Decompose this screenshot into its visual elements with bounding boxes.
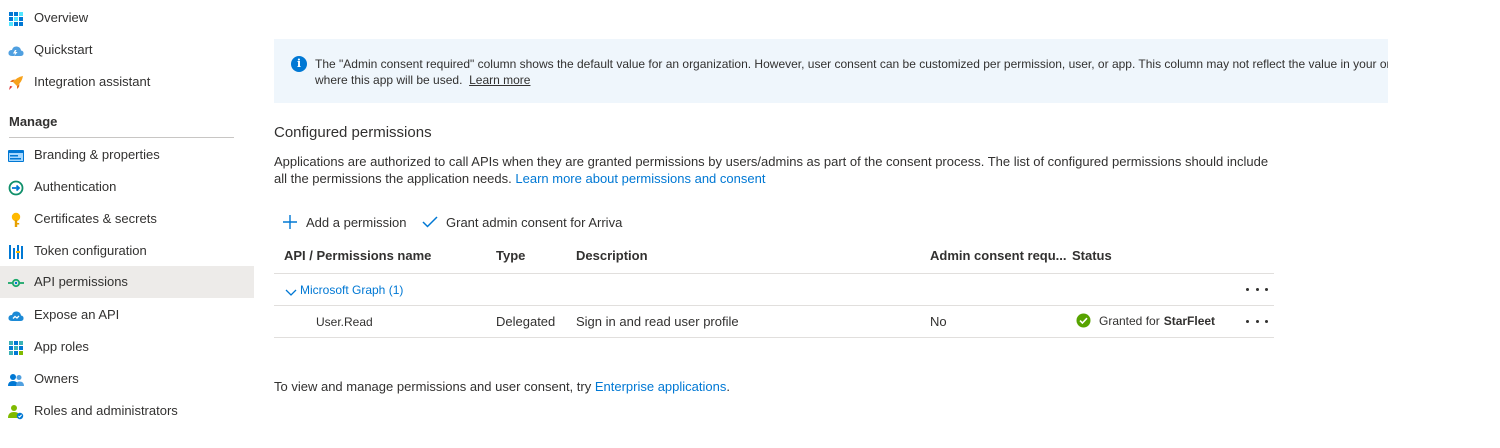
permissions-description: Applications are authorized to call APIs…: [274, 153, 1274, 187]
sidebar-item-quickstart[interactable]: Quickstart: [0, 34, 254, 66]
sidebar-item-label: Quickstart: [34, 42, 93, 57]
permission-name-link[interactable]: User.Read: [316, 315, 373, 329]
sidebar-item-label: Expose an API: [34, 307, 120, 322]
sidebar-item-integration-assistant[interactable]: Integration assistant: [0, 66, 254, 98]
grid-icon: [8, 11, 24, 27]
sidebar-item-owners[interactable]: Owners: [0, 363, 254, 395]
cloud-api-icon: [8, 308, 24, 324]
plus-icon: [282, 214, 298, 230]
row-divider: [274, 337, 1274, 338]
sidebar-item-label: Roles and administrators: [34, 403, 178, 418]
grant-admin-consent-button[interactable]: Grant admin consent for Arriva: [422, 211, 622, 233]
permission-description: Sign in and read user profile: [576, 314, 739, 329]
sidebar-item-label: API permissions: [34, 274, 128, 289]
sidebar-item-expose-api[interactable]: Expose an API: [0, 299, 254, 331]
sidebar-item-app-roles[interactable]: App roles: [0, 331, 254, 363]
sidebar-item-overview[interactable]: Overview: [0, 2, 254, 34]
cloud-lightning-icon: [8, 43, 24, 59]
checkmark-icon: [422, 214, 438, 230]
sidebar-item-label: Authentication: [34, 179, 117, 194]
status-text: Granted for: [1099, 313, 1160, 328]
success-check-icon: [1076, 313, 1091, 328]
sidebar-item-label: Owners: [34, 371, 79, 386]
table-row: User.Read Delegated Sign in and read use…: [274, 306, 1274, 337]
learn-more-link[interactable]: Learn more: [469, 73, 530, 87]
info-icon: i: [291, 56, 307, 72]
sidebar-item-label: Certificates & secrets: [34, 211, 157, 226]
chevron-down-icon[interactable]: [285, 285, 297, 300]
sidebar-item-branding[interactable]: Branding & properties: [0, 139, 254, 171]
add-permission-button[interactable]: Add a permission: [282, 211, 406, 233]
status-cell: Granted for StarFleet: [1076, 313, 1215, 328]
enterprise-applications-link[interactable]: Enterprise applications: [595, 379, 727, 394]
sidebar-item-roles-administrators[interactable]: Roles and administrators: [0, 395, 254, 427]
sidebar-item-certificates[interactable]: Certificates & secrets: [0, 203, 254, 235]
status-tenant: StarFleet: [1163, 313, 1216, 328]
key-icon: [8, 212, 24, 228]
branding-icon: [8, 148, 24, 164]
column-header-type[interactable]: Type: [496, 248, 525, 263]
sidebar-item-api-permissions[interactable]: API permissions: [0, 266, 254, 298]
authentication-icon: [8, 180, 24, 196]
admin-consent-value: No: [930, 314, 947, 329]
rocket-icon: [8, 75, 24, 91]
column-header-description[interactable]: Description: [576, 248, 648, 263]
user-admin-icon: [8, 404, 24, 420]
section-divider: [9, 137, 234, 138]
grant-admin-consent-label: Grant admin consent for Arriva: [446, 214, 623, 230]
footer-note: To view and manage permissions and user …: [274, 379, 730, 394]
token-bars-icon: [8, 244, 24, 260]
info-banner: i The "Admin consent required" column sh…: [274, 39, 1388, 103]
api-permissions-icon: [8, 275, 24, 291]
sidebar-item-token-configuration[interactable]: Token configuration: [0, 235, 254, 267]
description-text: Applications are authorized to call APIs…: [274, 154, 1269, 186]
footer-suffix: .: [726, 379, 730, 394]
footer-text: To view and manage permissions and user …: [274, 379, 592, 394]
add-permission-label: Add a permission: [306, 214, 407, 230]
section-header-manage: Manage: [9, 114, 58, 129]
column-header-admin-consent[interactable]: Admin consent requ...: [930, 248, 1067, 263]
permission-type: Delegated: [496, 314, 556, 329]
users-icon: [8, 372, 24, 388]
row-more-options-icon[interactable]: [1246, 313, 1268, 329]
group-name-link[interactable]: Microsoft Graph (1): [300, 283, 403, 297]
page-title: Configured permissions: [274, 124, 432, 141]
column-header-api-name[interactable]: API / Permissions name: [284, 248, 431, 263]
permissions-consent-link[interactable]: Learn more about permissions and consent: [515, 171, 765, 186]
app-roles-grid-icon: [8, 340, 24, 356]
sidebar-item-label: App roles: [34, 339, 89, 354]
sidebar-item-authentication[interactable]: Authentication: [0, 171, 254, 203]
sidebar-item-label: Overview: [34, 10, 89, 25]
column-header-status[interactable]: Status: [1072, 248, 1112, 263]
sidebar-item-label: Branding & properties: [34, 147, 160, 162]
group-more-options-icon[interactable]: [1246, 281, 1268, 297]
sidebar-item-label: Token configuration: [34, 243, 147, 258]
info-banner-message: The "Admin consent required" column show…: [315, 56, 1388, 88]
sidebar-item-label: Integration assistant: [34, 74, 151, 89]
group-row-microsoft-graph[interactable]: Microsoft Graph (1): [274, 274, 1274, 305]
sidebar-nav: Overview Quickstart Integration assistan…: [0, 0, 254, 448]
